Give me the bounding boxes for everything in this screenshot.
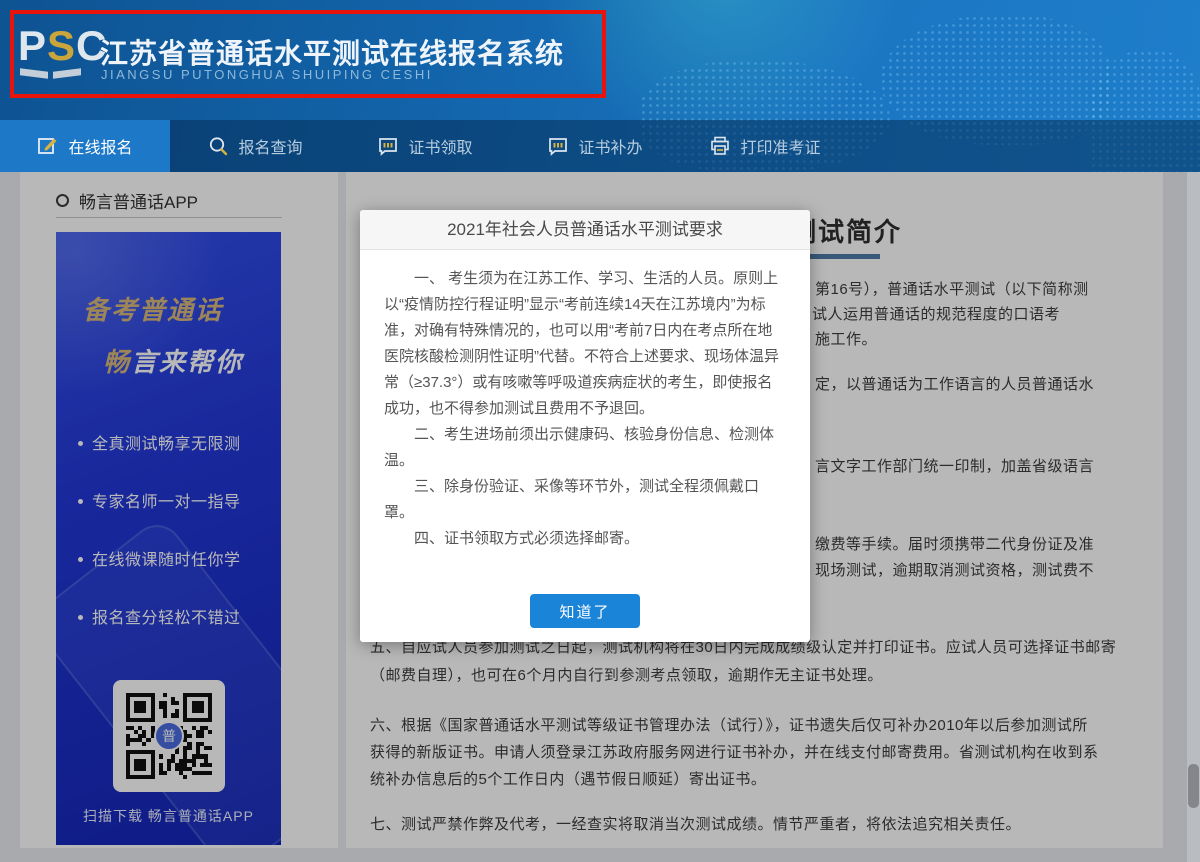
dialog-paragraph: 二、考生进场前须出示健康码、核验身份信息、检测体温。 bbox=[384, 422, 786, 474]
tab-label: 证书补办 bbox=[578, 134, 642, 158]
dialog-paragraph: 四、证书领取方式必须选择邮寄。 bbox=[384, 526, 786, 552]
tab-online-registration[interactable]: 在线报名 bbox=[0, 120, 170, 172]
dialog-title: 2021年社会人员普通话水平测试要求 bbox=[360, 210, 810, 250]
scrollbar-track[interactable] bbox=[1187, 172, 1200, 862]
tab-label: 报名查询 bbox=[238, 134, 302, 158]
tab-certificate-collection[interactable]: 证书领取 bbox=[340, 120, 510, 172]
tab-label: 证书领取 bbox=[408, 134, 472, 158]
annotation-highlight-box bbox=[10, 10, 606, 98]
scrollbar-thumb[interactable] bbox=[1188, 764, 1199, 808]
notice-dialog: 2021年社会人员普通话水平测试要求 一、 考生须为在江苏工作、学习、生活的人员… bbox=[360, 210, 810, 642]
certificate-bubble-icon bbox=[377, 135, 399, 157]
page: PSC 江苏省普通话水平测试在线报名系统 JIANGSU PUTONGHUA S… bbox=[0, 0, 1200, 862]
dialog-body: 一、 考生须为在江苏工作、学习、生活的人员。原则上以“疫情防控行程证明”显示“考… bbox=[360, 250, 810, 552]
certificate-bubble-icon bbox=[547, 135, 569, 157]
edit-icon bbox=[37, 135, 59, 157]
main-nav: 在线报名 报名查询 证书领取 bbox=[0, 120, 1200, 172]
tab-label: 在线报名 bbox=[68, 134, 132, 158]
printer-icon bbox=[709, 135, 731, 157]
got-it-button[interactable]: 知道了 bbox=[530, 594, 640, 628]
tab-certificate-reissue[interactable]: 证书补办 bbox=[510, 120, 680, 172]
tab-print-admission-ticket[interactable]: 打印准考证 bbox=[680, 120, 850, 172]
search-icon bbox=[207, 135, 229, 157]
tab-label: 打印准考证 bbox=[740, 134, 820, 158]
dialog-paragraph: 三、除身份验证、采像等环节外，测试全程须佩戴口罩。 bbox=[384, 474, 786, 526]
dialog-paragraph: 一、 考生须为在江苏工作、学习、生活的人员。原则上以“疫情防控行程证明”显示“考… bbox=[384, 266, 786, 422]
tab-registration-query[interactable]: 报名查询 bbox=[170, 120, 340, 172]
